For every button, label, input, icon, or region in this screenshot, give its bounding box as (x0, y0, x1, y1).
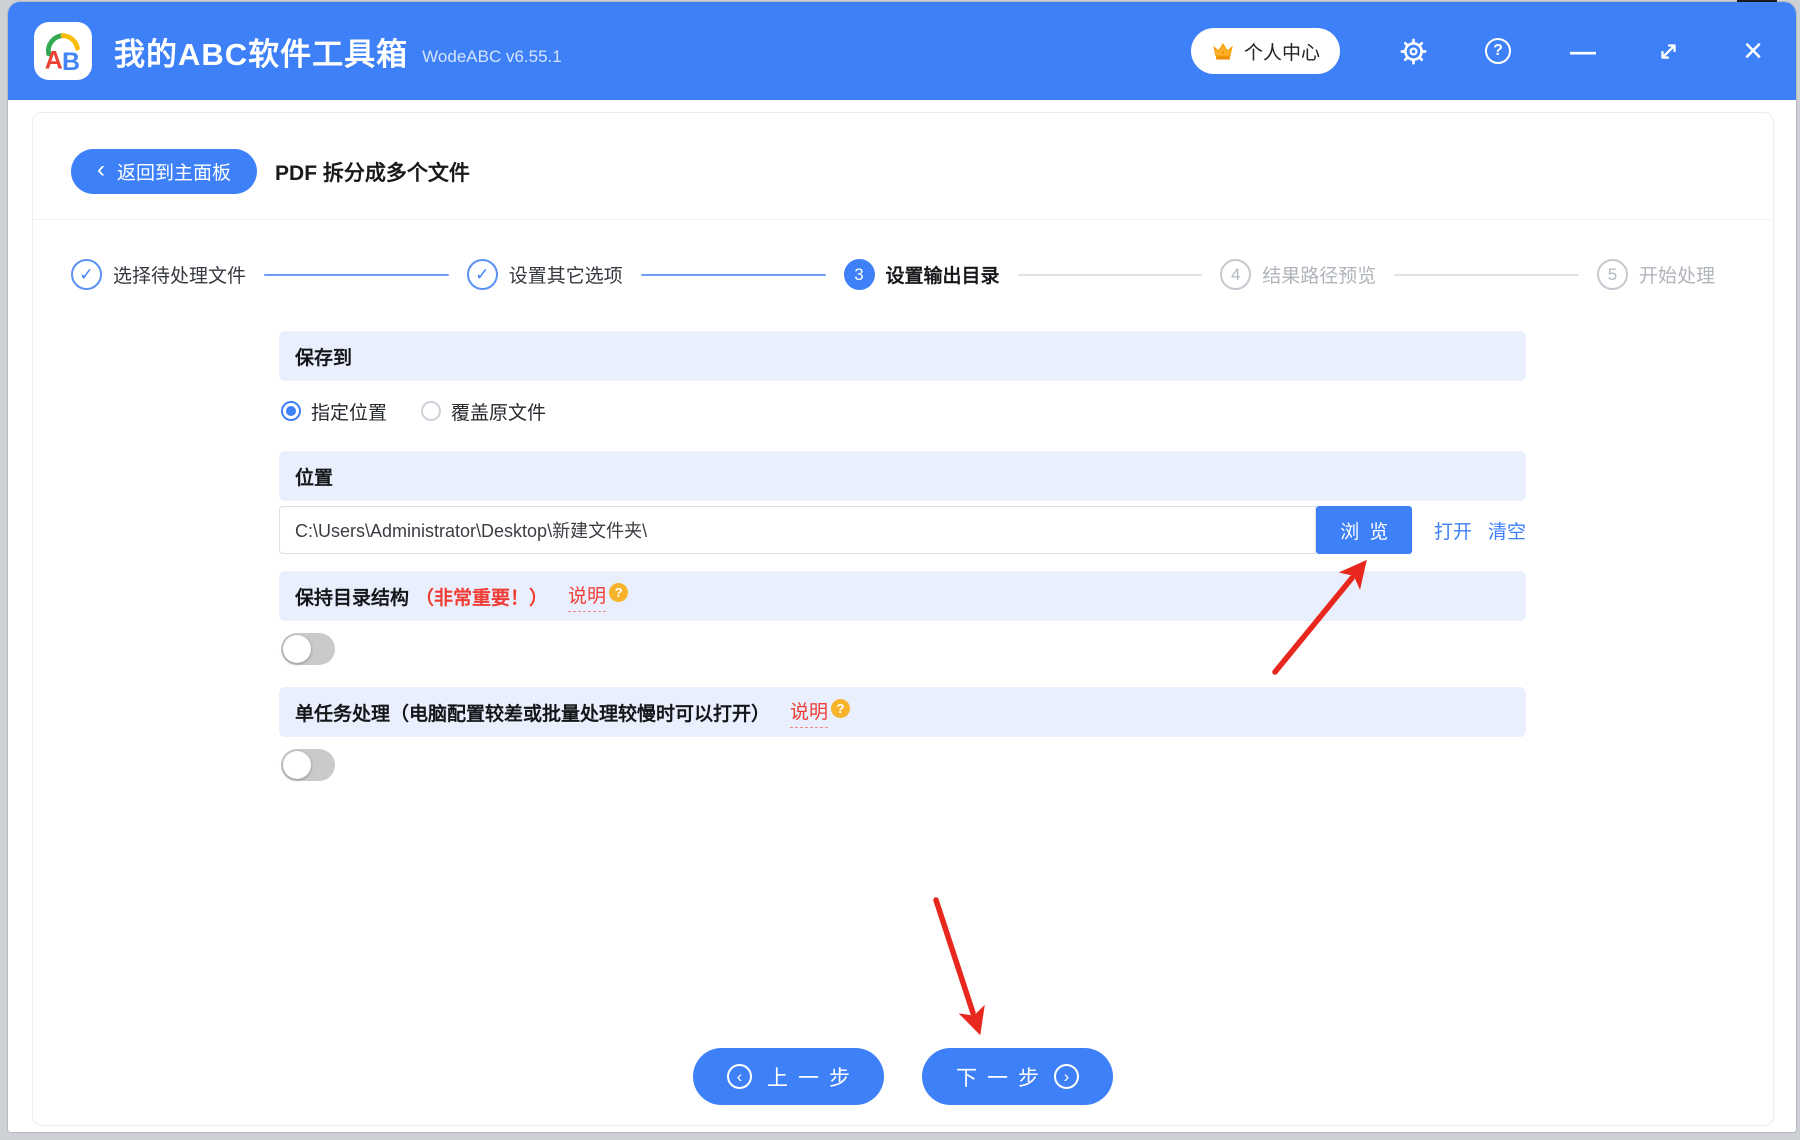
close-icon: × (1743, 32, 1763, 70)
location-section-header: 位置 (279, 451, 1526, 501)
app-title: 我的ABC软件工具箱 (114, 36, 409, 72)
step-3-label: 设置输出目录 (885, 266, 1000, 287)
single-task-help-link[interactable]: 说明 (790, 697, 829, 728)
step-5-label: 开始处理 (1639, 266, 1716, 287)
svg-text:A: A (45, 46, 63, 74)
app-window: A B 我的ABC软件工具箱 WodeABC v6.55.1 个人中心 ? — … (8, 2, 1796, 1132)
step-connector (1017, 273, 1203, 276)
main-card: ‹ 返回到主面板 PDF 拆分成多个文件 ✓ 选择待处理文件 ✓ 设置其它选项 (32, 112, 1774, 1126)
question-badge-icon[interactable]: ? (609, 582, 629, 602)
browse-button-label: 浏览 (1340, 521, 1399, 543)
app-logo-icon: A B (34, 22, 92, 80)
step-connector (264, 273, 449, 276)
next-step-button[interactable]: 下一步 › (922, 1048, 1113, 1105)
step-4-number: 4 (1220, 259, 1252, 290)
single-task-toggle[interactable] (281, 749, 335, 781)
toolbar-row: ‹ 返回到主面板 PDF 拆分成多个文件 (71, 149, 470, 194)
step-5-number: 5 (1597, 259, 1628, 290)
step-4-label: 结果路径预览 (1262, 266, 1377, 287)
previous-step-label: 上一步 (767, 1066, 860, 1090)
radio-selected-icon (281, 401, 301, 421)
title-bar: A B 我的ABC软件工具箱 WodeABC v6.55.1 个人中心 ? — … (8, 2, 1796, 100)
step-3-output-directory: 3 设置输出目录 (843, 259, 1000, 290)
previous-step-button[interactable]: ‹ 上一步 (693, 1048, 884, 1105)
step-5-start-processing: 5 开始处理 (1597, 259, 1715, 290)
svg-text:B: B (62, 48, 80, 74)
content-area: ‹ 返回到主面板 PDF 拆分成多个文件 ✓ 选择待处理文件 ✓ 设置其它选项 (8, 100, 1796, 1132)
minimize-button[interactable]: — (1568, 36, 1598, 66)
output-path-input[interactable]: C:\Users\Administrator\Desktop\新建文件夹\ (279, 506, 1317, 554)
toggle-knob (283, 635, 311, 663)
browse-button[interactable]: 浏览 (1316, 506, 1412, 554)
step-2-other-options: ✓ 设置其它选项 (466, 259, 623, 290)
keep-structure-toggle[interactable] (281, 633, 335, 665)
keep-structure-important-note: （非常重要！） (415, 587, 549, 609)
save-to-section-header: 保存到 (279, 331, 1526, 381)
step-2-check-icon: ✓ (466, 259, 498, 290)
crown-icon (1213, 43, 1233, 60)
gear-icon (1400, 38, 1426, 64)
back-to-dashboard-button[interactable]: ‹ 返回到主面板 (71, 149, 258, 194)
save-to-options: 指定位置 覆盖原文件 (281, 396, 1526, 426)
maximize-button[interactable] (1653, 36, 1683, 66)
settings-button[interactable] (1398, 36, 1428, 66)
next-step-label: 下一步 (956, 1066, 1049, 1090)
step-connector (1394, 273, 1579, 276)
help-icon: ? (1485, 38, 1511, 64)
step-2-label: 设置其它选项 (508, 266, 623, 287)
single-task-section-header: 单任务处理（电脑配置较差或批量处理较慢时可以打开） 说明 ? (279, 687, 1526, 737)
personal-center-button[interactable]: 个人中心 (1190, 28, 1340, 74)
clear-path-link[interactable]: 清空 (1488, 517, 1526, 544)
page-title: PDF 拆分成多个文件 (275, 161, 470, 185)
step-1-check-icon: ✓ (71, 259, 102, 290)
step-3-number: 3 (843, 259, 875, 290)
minimize-icon: — (1570, 36, 1596, 66)
back-chevron-icon: ‹ (97, 156, 105, 183)
location-input-row: C:\Users\Administrator\Desktop\新建文件夹\ 浏览… (279, 506, 1526, 554)
resize-diagonal-icon (1660, 43, 1676, 59)
back-button-label: 返回到主面板 (117, 163, 232, 184)
close-button[interactable]: × (1738, 32, 1768, 70)
single-task-title: 单任务处理（电脑配置较差或批量处理较慢时可以打开） (295, 703, 771, 725)
radio-specified-label: 指定位置 (311, 402, 388, 424)
toolbar-divider (33, 219, 1773, 220)
radio-overwrite-label: 覆盖原文件 (451, 402, 547, 424)
radio-unselected-icon (421, 401, 442, 421)
help-button[interactable]: ? (1483, 36, 1513, 66)
step-connector (640, 273, 826, 276)
next-circle-chevron-icon: › (1054, 1064, 1079, 1089)
output-settings-form: 保存到 指定位置 覆盖原文件 位置 C:\Users\Administrator… (279, 331, 1526, 781)
keep-structure-help-link[interactable]: 说明 (568, 581, 607, 612)
step-1-select-files: ✓ 选择待处理文件 (71, 259, 246, 290)
save-to-title: 保存到 (295, 347, 353, 369)
radio-overwrite-original[interactable]: 覆盖原文件 (421, 398, 546, 425)
app-version: WodeABC v6.55.1 (422, 47, 562, 66)
step-indicator: ✓ 选择待处理文件 ✓ 设置其它选项 3 设置输出目录 4 结果路径预览 5 开… (71, 259, 1715, 290)
step-4-result-preview: 4 结果路径预览 (1220, 259, 1376, 290)
keep-structure-section-header: 保持目录结构 （非常重要！） 说明 ? (279, 571, 1526, 621)
wizard-navigation: ‹ 上一步 下一步 › (693, 1048, 1113, 1105)
personal-center-label: 个人中心 (1243, 42, 1320, 64)
step-1-label: 选择待处理文件 (113, 266, 247, 287)
open-folder-link[interactable]: 打开 (1434, 517, 1472, 544)
question-badge-icon[interactable]: ? (831, 698, 851, 718)
radio-specified-location[interactable]: 指定位置 (281, 398, 387, 425)
location-title: 位置 (295, 467, 334, 489)
prev-circle-chevron-icon: ‹ (727, 1064, 752, 1089)
keep-structure-title: 保持目录结构 (295, 587, 410, 609)
toggle-knob (283, 751, 311, 779)
